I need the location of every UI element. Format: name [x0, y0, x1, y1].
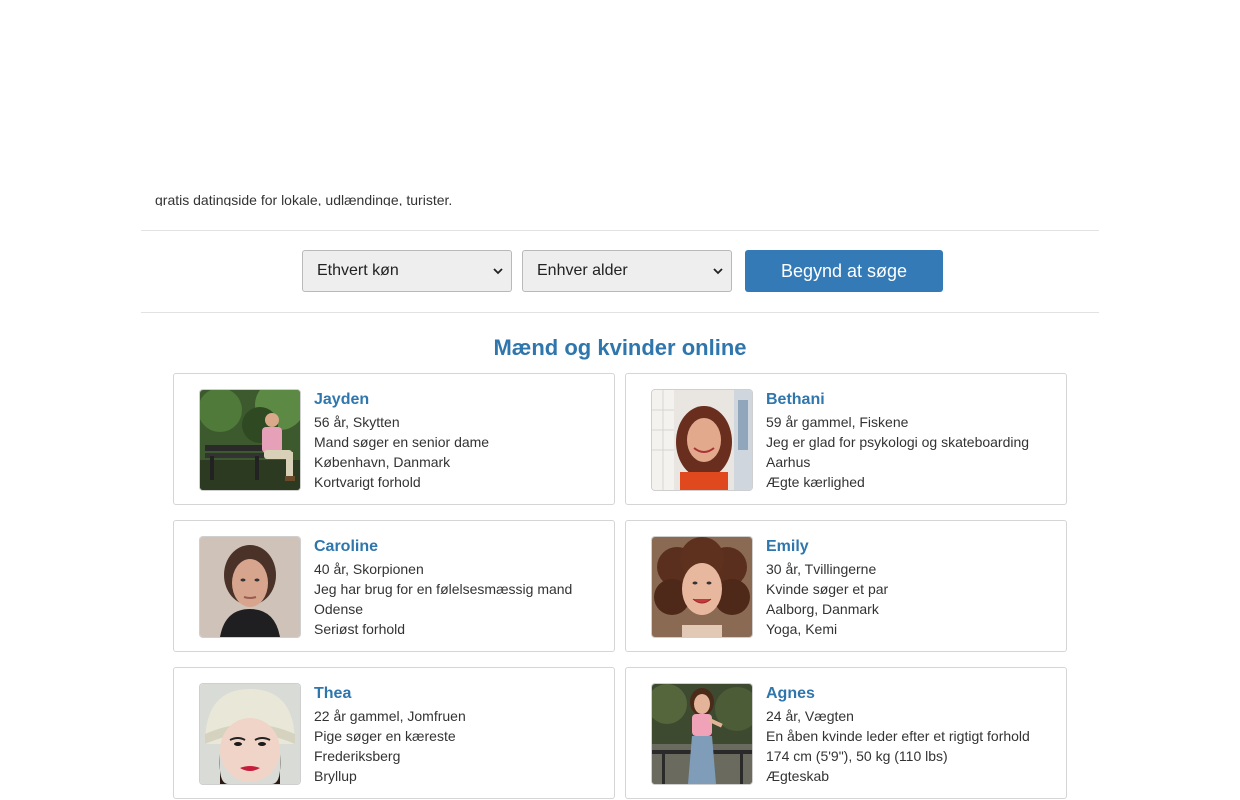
section-title: Mænd og kvinder online	[493, 335, 747, 360]
profile-headline: Mand søger en senior dame	[314, 434, 490, 450]
woman-curly-hair-smiling-image	[652, 537, 752, 637]
profile-grid: Jayden 56 år, Skytten Mand søger en seni…	[173, 373, 1067, 799]
profile-info: Caroline 40 år, Skorpionen Jeg har brug …	[314, 537, 606, 639]
profile-card[interactable]: Agnes 24 år, Vægten En åben kvinde leder…	[625, 667, 1067, 799]
profile-age-sign: 22 år gammel, Jomfruen	[314, 708, 466, 724]
chevron-down-icon	[493, 266, 503, 276]
profile-goal: Seriøst forhold	[314, 621, 406, 637]
profile-goal: Bryllup	[314, 768, 357, 784]
profile-photo[interactable]	[200, 537, 300, 637]
gender-select[interactable]: Ethvert køn	[302, 250, 512, 292]
intro-text-label: gratis datingside for lokale, udlændinge…	[155, 192, 453, 206]
profile-goal: Ægte kærlighed	[766, 474, 865, 490]
profile-location: Frederiksberg	[314, 748, 401, 764]
profile-card[interactable]: Bethani 59 år gammel, Fiskene Jeg er gla…	[625, 373, 1067, 505]
profile-headline: Jeg er glad for psykologi og skateboardi…	[766, 434, 1030, 450]
woman-knit-hat-selfie-image	[200, 684, 300, 784]
profile-location: Odense	[314, 601, 364, 617]
profile-location: Aalborg, Danmark	[766, 601, 879, 617]
header-area	[141, 0, 1099, 180]
man-on-park-bench-image	[200, 390, 300, 490]
profile-info: Agnes 24 år, Vægten En åben kvinde leder…	[766, 684, 1058, 786]
search-bar: Ethvert køn Enhver alder Begynd at søge	[302, 250, 943, 292]
gender-select-value: Ethvert køn	[317, 262, 399, 279]
profile-info: Thea 22 år gammel, Jomfruen Pige søger e…	[314, 684, 606, 786]
profile-name[interactable]: Agnes	[766, 684, 1058, 704]
profile-card[interactable]: Thea 22 år gammel, Jomfruen Pige søger e…	[173, 667, 615, 799]
profile-photo[interactable]	[652, 390, 752, 490]
profile-details: 174 cm (5'9"), 50 kg (110 lbs)	[766, 748, 948, 764]
profile-location: Aarhus	[766, 454, 811, 470]
profile-age-sign: 30 år, Tvillingerne	[766, 561, 877, 577]
profile-location: København, Danmark	[314, 454, 451, 470]
age-select[interactable]: Enhver alder	[522, 250, 732, 292]
profile-info: Bethani 59 år gammel, Fiskene Jeg er gla…	[766, 390, 1058, 492]
profile-photo[interactable]	[652, 684, 752, 784]
profile-card[interactable]: Jayden 56 år, Skytten Mand søger en seni…	[173, 373, 615, 505]
profile-headline: Jeg har brug for en følelsesmæssig mand	[314, 581, 573, 597]
profile-headline: En åben kvinde leder efter et rigtigt fo…	[766, 728, 1030, 744]
profile-age-sign: 40 år, Skorpionen	[314, 561, 424, 577]
profile-headline: Kvinde søger et par	[766, 581, 889, 597]
profile-name[interactable]: Jayden	[314, 390, 606, 410]
search-button[interactable]: Begynd at søge	[745, 250, 943, 292]
profile-photo[interactable]	[200, 390, 300, 490]
woman-standing-outdoors-image	[652, 684, 752, 784]
age-select-value: Enhver alder	[537, 262, 628, 279]
woman-portrait-dark-scarf-image	[200, 537, 300, 637]
profile-photo[interactable]	[200, 684, 300, 784]
profile-card[interactable]: Emily 30 år, Tvillingerne Kvinde søger e…	[625, 520, 1067, 652]
profile-card[interactable]: Caroline 40 år, Skorpionen Jeg har brug …	[173, 520, 615, 652]
profile-age-sign: 56 år, Skytten	[314, 414, 400, 430]
profile-photo[interactable]	[652, 537, 752, 637]
profile-goal: Kortvarigt forhold	[314, 474, 421, 490]
profile-name[interactable]: Bethani	[766, 390, 1058, 410]
profile-info: Emily 30 år, Tvillingerne Kvinde søger e…	[766, 537, 1058, 639]
divider-bottom	[141, 312, 1099, 313]
profile-name[interactable]: Thea	[314, 684, 606, 704]
profile-headline: Pige søger en kæreste	[314, 728, 456, 744]
page-container: gratis datingside for lokale, udlændinge…	[141, 0, 1099, 800]
woman-red-hair-smiling-image	[652, 390, 752, 490]
intro-text: gratis datingside for lokale, udlændinge…	[155, 190, 452, 206]
profile-goal: Yoga, Kemi	[766, 621, 838, 637]
profile-age-sign: 24 år, Vægten	[766, 708, 854, 724]
profile-name[interactable]: Emily	[766, 537, 1058, 557]
profile-age-sign: 59 år gammel, Fiskene	[766, 414, 909, 430]
chevron-down-icon	[713, 266, 723, 276]
profile-goal: Ægteskab	[766, 768, 830, 784]
profile-info: Jayden 56 år, Skytten Mand søger en seni…	[314, 390, 606, 492]
divider-top	[141, 230, 1099, 231]
profile-name[interactable]: Caroline	[314, 537, 606, 557]
